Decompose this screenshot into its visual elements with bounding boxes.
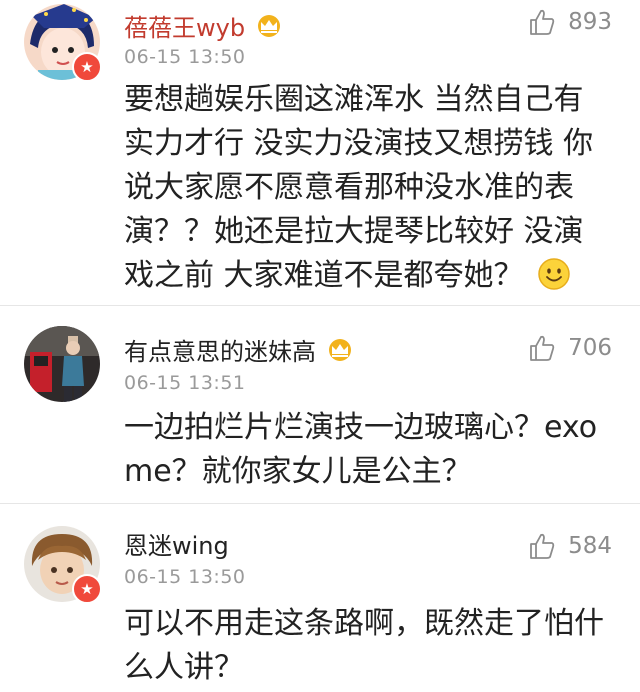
smiley-emoji-icon — [538, 258, 570, 290]
username-text: 蓓蓓王wyb — [124, 14, 246, 42]
username-text: 有点意思的迷妹高 — [124, 338, 316, 366]
verified-badge-icon: ★ — [72, 52, 102, 82]
username[interactable]: 恩迷wing — [124, 526, 229, 561]
avatar[interactable] — [24, 326, 100, 402]
comment-item: 有点意思的迷妹高 706 06-15 13:51 一边拍烂片烂演技一边玻璃心？e… — [0, 306, 640, 503]
thumbs-up-icon — [530, 9, 555, 35]
timestamp: 06-15 13:51 — [124, 372, 246, 394]
like-button[interactable]: 893 — [528, 8, 612, 36]
verified-badge-icon: ★ — [72, 574, 102, 604]
timestamp: 06-15 13:50 — [124, 566, 246, 588]
comment-text: 可以不用走这条路啊，既然走了怕什么人讲？ — [124, 606, 604, 685]
username-text: 恩迷wing — [124, 532, 229, 560]
crown-badge-icon — [258, 14, 281, 37]
like-count: 706 — [568, 335, 612, 361]
timestamp: 06-15 13:50 — [124, 46, 246, 68]
comment-text: 一边拍烂片烂演技一边玻璃心？exo me？就你家女儿是公主？ — [124, 410, 598, 489]
username[interactable]: 蓓蓓王wyb — [124, 8, 283, 43]
like-count: 893 — [568, 9, 612, 35]
like-button[interactable]: 584 — [528, 532, 612, 560]
like-button[interactable]: 706 — [528, 334, 612, 362]
comment-item: ★ 蓓蓓王wyb 893 06-15 13:50 要想趟娱乐圈这滩浑水 当然自己… — [0, 0, 640, 305]
thumbs-up-icon — [530, 533, 555, 559]
username[interactable]: 有点意思的迷妹高 — [124, 332, 354, 367]
comment-item: ★ 恩迷wing 584 06-15 13:50 可以不用走这条路啊，既然走了怕… — [0, 504, 640, 692]
comment-body: 要想趟娱乐圈这滩浑水 当然自己有实力才行 没实力没演技又想捞钱 你说大家愿不愿意… — [124, 82, 594, 293]
comment-text: 要想趟娱乐圈这滩浑水 当然自己有实力才行 没实力没演技又想捞钱 你说大家愿不愿意… — [124, 78, 604, 298]
like-count: 584 — [568, 533, 612, 559]
thumbs-up-icon — [530, 335, 555, 361]
avatar[interactable]: ★ — [24, 4, 102, 82]
avatar[interactable]: ★ — [24, 526, 102, 604]
crown-badge-icon — [329, 338, 351, 361]
